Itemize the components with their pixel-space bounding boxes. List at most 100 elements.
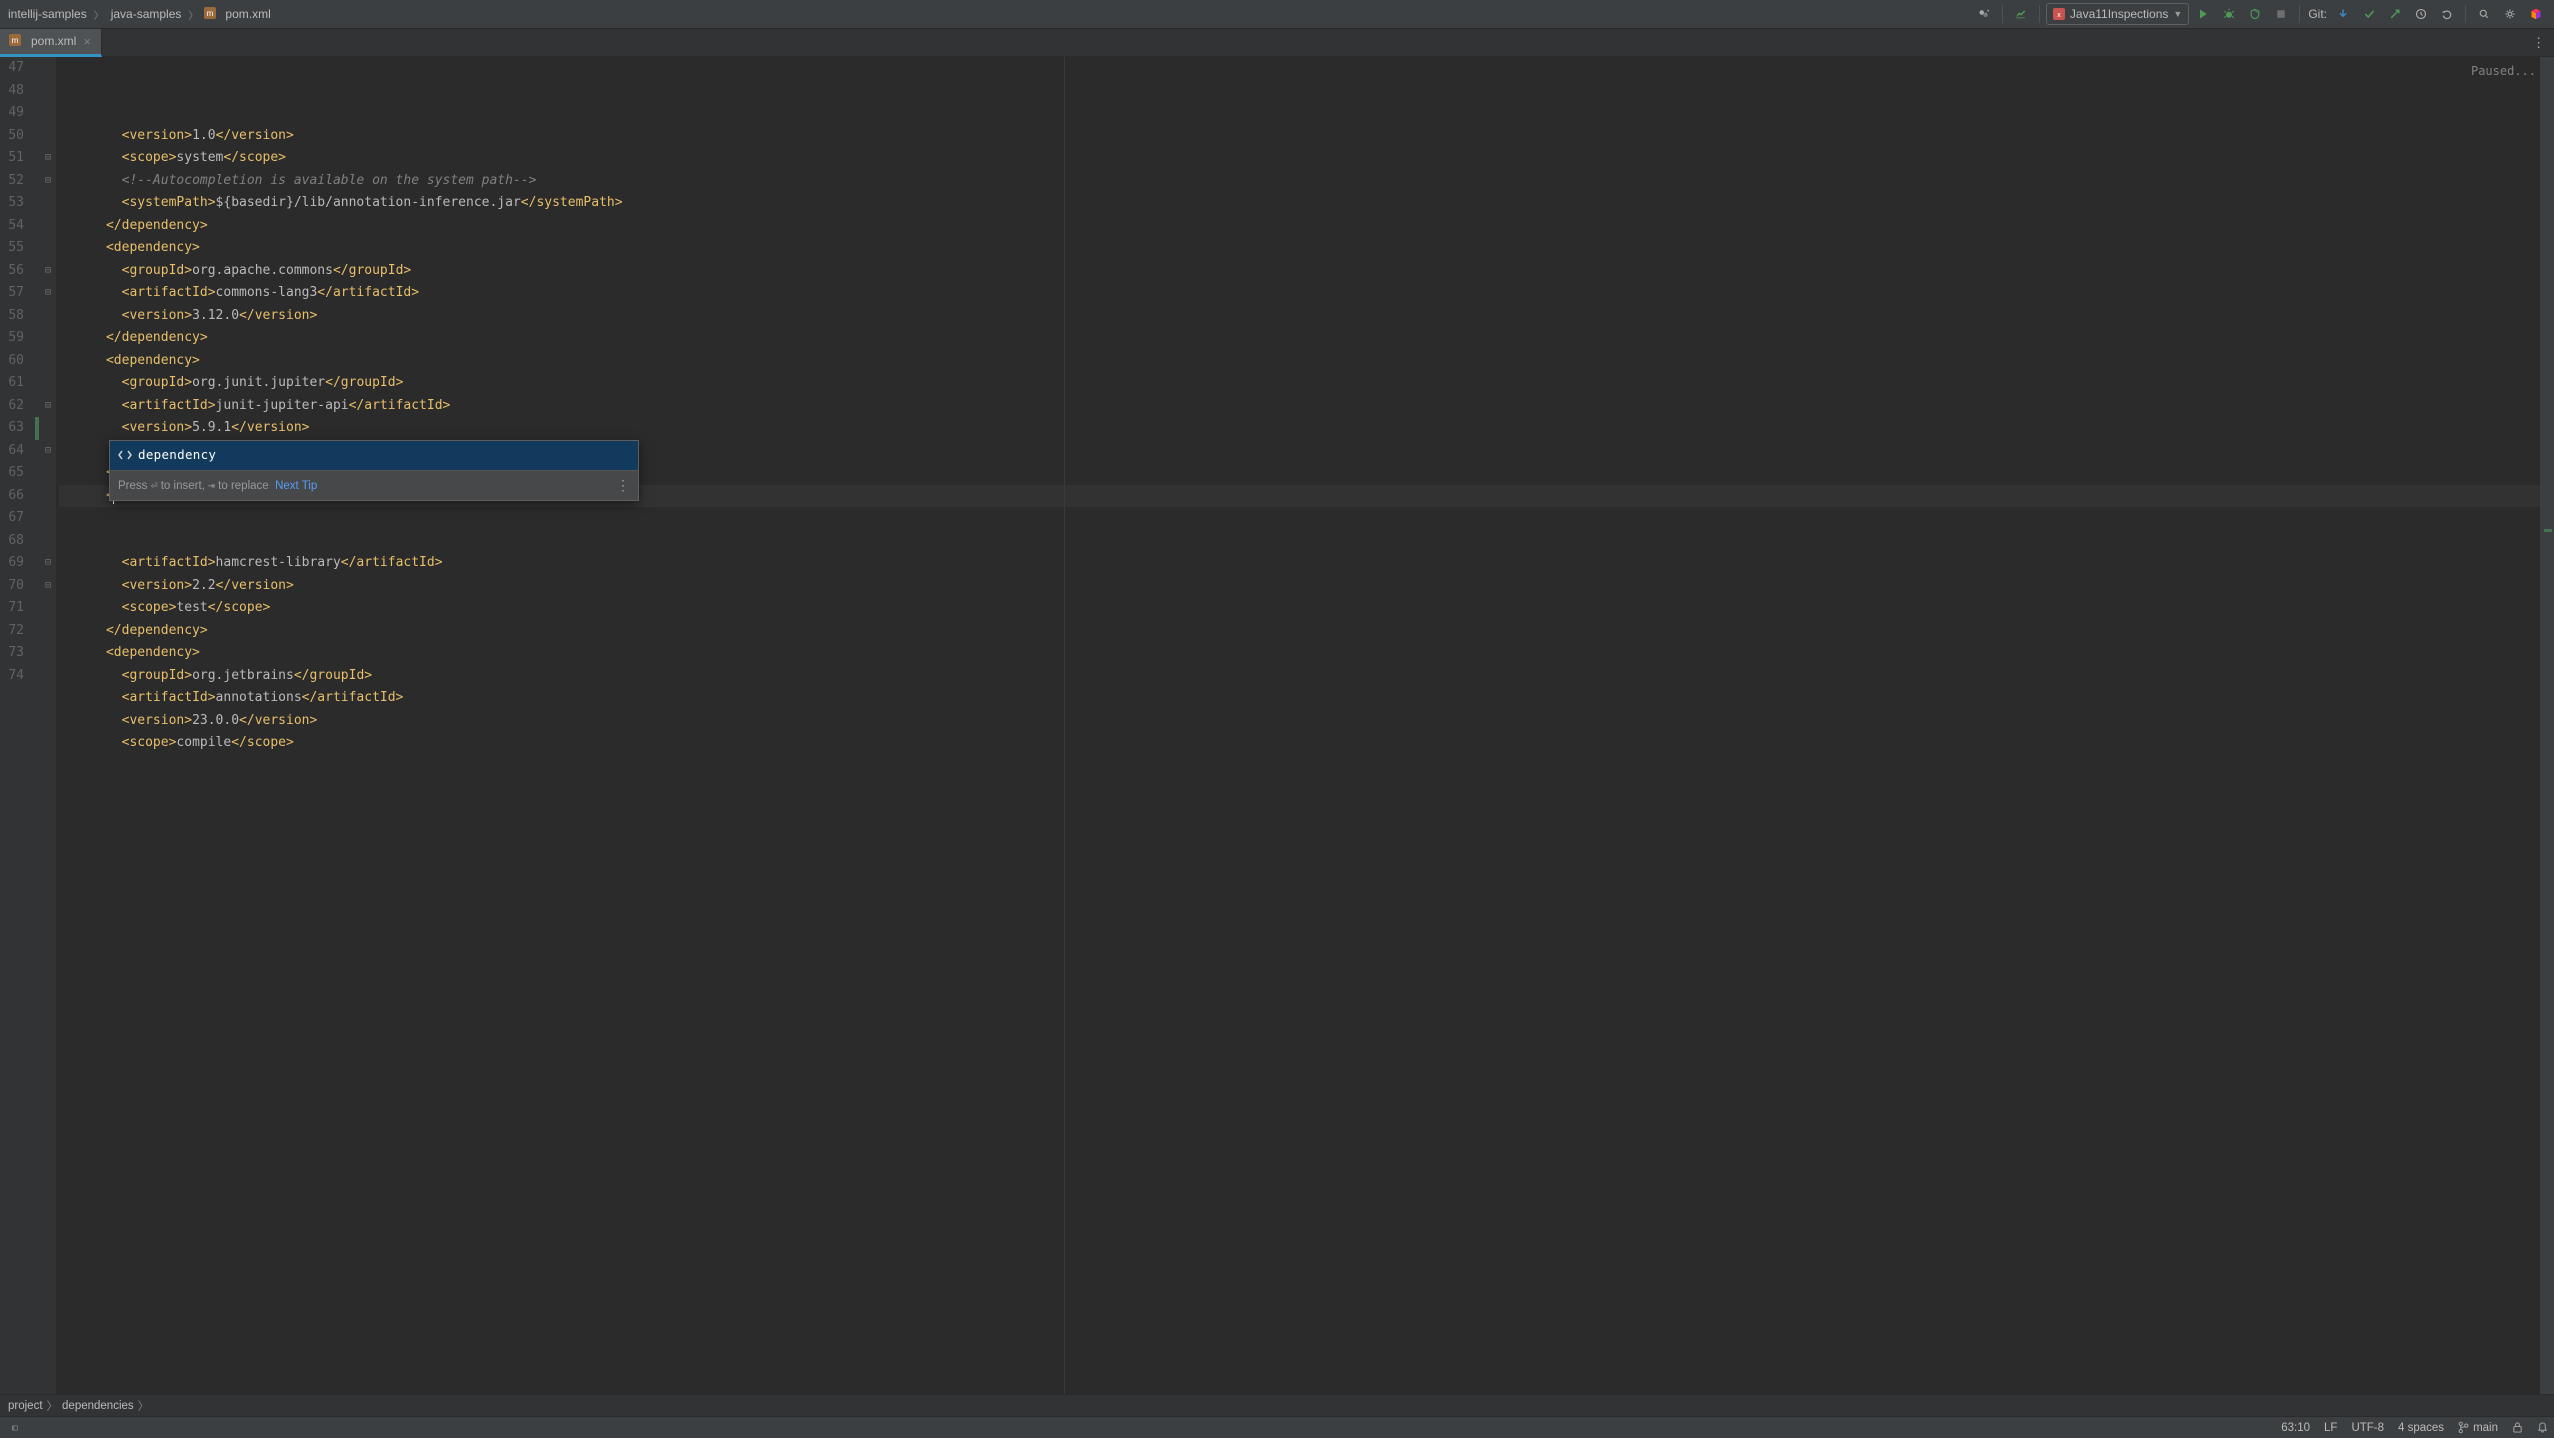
git-push-button[interactable] <box>2383 2 2407 26</box>
code-line[interactable]: <artifactId>commons-lang3</artifactId> <box>59 282 2540 305</box>
line-number[interactable]: 56 <box>0 260 24 283</box>
fold-column[interactable]: ⊟⊟⊟⊟⊟⊟⊟⊟ <box>40 57 56 1394</box>
code-line[interactable]: <dependency> <box>59 237 2540 260</box>
fold-close-icon[interactable]: ⊟ <box>45 395 51 418</box>
code-line[interactable]: <artifactId>annotations</artifactId> <box>59 687 2540 710</box>
line-number[interactable]: 65 <box>0 462 24 485</box>
stop-button[interactable] <box>2269 2 2293 26</box>
change-marker[interactable] <box>35 417 39 440</box>
tab-options-button[interactable]: ⋮ <box>2526 31 2550 55</box>
git-revert-button[interactable] <box>2435 2 2459 26</box>
encoding-selector[interactable]: UTF-8 <box>2351 1422 2384 1434</box>
code-line[interactable]: <groupId>org.apache.commons</groupId> <box>59 260 2540 283</box>
fold-close-icon[interactable]: ⊟ <box>45 440 51 463</box>
fold-close-icon[interactable]: ⊟ <box>45 147 51 170</box>
line-number[interactable]: 70 <box>0 575 24 598</box>
run-configuration-selector[interactable]: x Java11Inspections ▼ <box>2046 3 2189 25</box>
line-number[interactable]: 50 <box>0 125 24 148</box>
line-number[interactable]: 60 <box>0 350 24 373</box>
line-number[interactable]: 47 <box>0 57 24 80</box>
code-with-me-button[interactable] <box>1972 2 1996 26</box>
code-line[interactable]: <systemPath>${basedir}/lib/annotation-in… <box>59 192 2540 215</box>
code-line[interactable]: </dependency> <box>59 620 2540 643</box>
line-number[interactable]: 61 <box>0 372 24 395</box>
autocomplete-options-button[interactable]: ⋮ <box>616 474 630 497</box>
code-line[interactable]: <scope>test</scope> <box>59 597 2540 620</box>
build-project-button[interactable] <box>2009 2 2033 26</box>
code-line[interactable]: <version>5.9.1</version> <box>59 417 2540 440</box>
lock-indicator[interactable] <box>2512 1421 2523 1434</box>
coverage-button[interactable] <box>2243 2 2267 26</box>
code-line[interactable]: </dependency> <box>59 327 2540 350</box>
code-line[interactable] <box>59 530 2540 553</box>
fold-open-icon[interactable]: ⊟ <box>45 170 51 193</box>
line-number[interactable]: 68 <box>0 530 24 553</box>
line-number[interactable]: 51 <box>0 147 24 170</box>
fold-close-icon[interactable]: ⊟ <box>45 552 51 575</box>
code-line[interactable]: <version>23.0.0</version> <box>59 710 2540 733</box>
line-number[interactable]: 53 <box>0 192 24 215</box>
xml-breadcrumb-item[interactable]: project <box>8 1400 43 1412</box>
git-branch-selector[interactable]: main <box>2458 1421 2498 1434</box>
git-history-button[interactable] <box>2409 2 2433 26</box>
line-number[interactable]: 59 <box>0 327 24 350</box>
fold-open-icon[interactable]: ⊟ <box>45 282 51 305</box>
code-line[interactable]: <scope>compile</scope> <box>59 732 2540 755</box>
settings-button[interactable] <box>2498 2 2522 26</box>
line-number[interactable]: 63 <box>0 417 24 440</box>
close-tab-button[interactable]: × <box>81 34 93 49</box>
next-tip-link[interactable]: Next Tip <box>275 480 317 492</box>
line-number[interactable]: 58 <box>0 305 24 328</box>
line-number[interactable]: 66 <box>0 485 24 508</box>
toolbox-button[interactable] <box>2524 2 2548 26</box>
code-line[interactable]: <scope>system</scope> <box>59 147 2540 170</box>
code-line[interactable]: <groupId>org.jetbrains</groupId> <box>59 665 2540 688</box>
code-line[interactable]: <version>2.2</version> <box>59 575 2540 598</box>
code-line[interactable] <box>59 507 2540 530</box>
line-number[interactable]: 54 <box>0 215 24 238</box>
run-button[interactable] <box>2191 2 2215 26</box>
code-line[interactable]: <!--Autocompletion is available on the s… <box>59 170 2540 193</box>
code-line[interactable]: <groupId>org.junit.jupiter</groupId> <box>59 372 2540 395</box>
line-number[interactable]: 49 <box>0 102 24 125</box>
line-number[interactable]: 74 <box>0 665 24 688</box>
code-line[interactable]: <version>3.12.0</version> <box>59 305 2540 328</box>
line-number[interactable]: 67 <box>0 507 24 530</box>
breadcrumb-module[interactable]: java-samples <box>109 7 184 21</box>
code-line[interactable]: <artifactId>hamcrest-library</artifactId… <box>59 552 2540 575</box>
file-tab-pom[interactable]: m pom.xml × <box>0 29 102 57</box>
code-line[interactable]: <dependency> <box>59 642 2540 665</box>
fold-close-icon[interactable]: ⊟ <box>45 260 51 283</box>
editor-right-gutter[interactable] <box>2540 57 2554 1394</box>
line-number[interactable]: 52 <box>0 170 24 193</box>
git-commit-button[interactable] <box>2357 2 2381 26</box>
fold-open-icon[interactable]: ⊟ <box>45 575 51 598</box>
xml-breadcrumb-item[interactable]: dependencies <box>62 1400 134 1412</box>
change-marker[interactable] <box>2544 529 2552 532</box>
autocomplete-suggestion[interactable]: dependency <box>110 441 638 470</box>
line-number[interactable]: 69 <box>0 552 24 575</box>
code-line[interactable]: <dependency> <box>59 350 2540 373</box>
line-number[interactable]: 48 <box>0 80 24 103</box>
inspection-indicator[interactable]: Paused... <box>2471 60 2536 83</box>
git-update-button[interactable] <box>2331 2 2355 26</box>
line-number[interactable]: 64 <box>0 440 24 463</box>
code-content[interactable]: <version>1.0</version> <scope>system</sc… <box>56 57 2540 1394</box>
line-number[interactable]: 71 <box>0 597 24 620</box>
line-ending-selector[interactable]: LF <box>2324 1422 2337 1434</box>
code-editor[interactable]: 4748495051525354555657585960616263646566… <box>0 57 2554 1394</box>
line-number[interactable]: 57 <box>0 282 24 305</box>
caret-position[interactable]: 63:10 <box>2281 1422 2310 1434</box>
line-number[interactable]: 72 <box>0 620 24 643</box>
line-number[interactable]: 73 <box>0 642 24 665</box>
line-number[interactable]: 55 <box>0 237 24 260</box>
debug-button[interactable] <box>2217 2 2241 26</box>
code-line[interactable]: <version>1.0</version> <box>59 125 2540 148</box>
tool-window-toggle-button[interactable] <box>6 1419 24 1437</box>
search-everywhere-button[interactable] <box>2472 2 2496 26</box>
notifications-button[interactable] <box>2537 1421 2548 1434</box>
breadcrumb-file[interactable]: pom.xml <box>223 7 272 21</box>
code-line[interactable]: <artifactId>junit-jupiter-api</artifactI… <box>59 395 2540 418</box>
line-number[interactable]: 62 <box>0 395 24 418</box>
indent-selector[interactable]: 4 spaces <box>2398 1422 2444 1434</box>
